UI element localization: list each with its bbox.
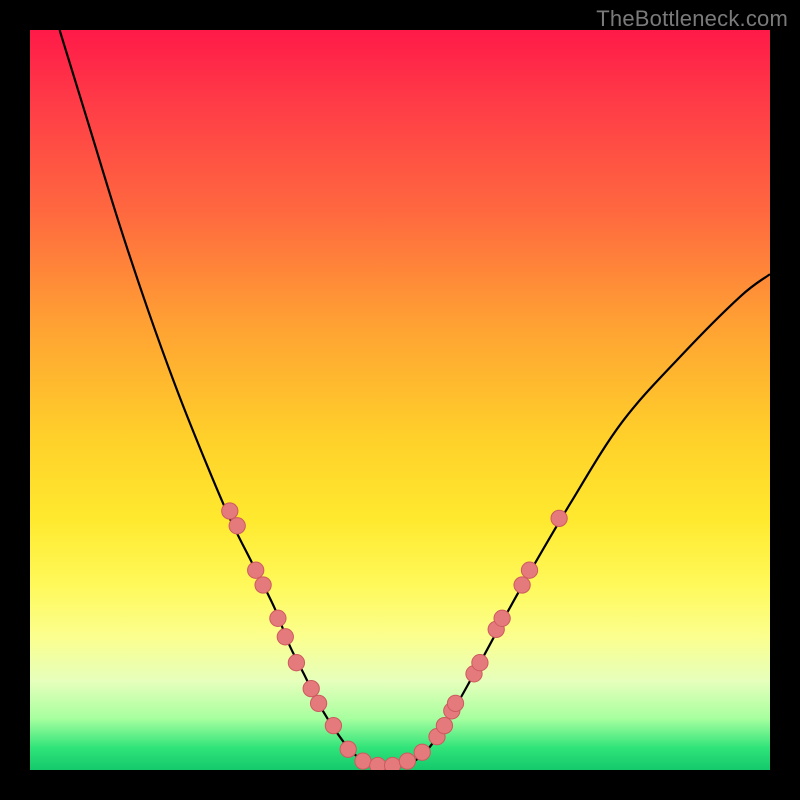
- data-marker: [472, 655, 488, 671]
- data-marker: [384, 757, 400, 770]
- data-marker: [355, 753, 371, 769]
- data-marker: [514, 577, 530, 593]
- data-marker: [414, 744, 430, 760]
- data-marker: [270, 610, 286, 626]
- data-marker: [447, 695, 463, 711]
- data-marker: [436, 717, 452, 733]
- data-marker: [222, 503, 238, 519]
- watermark-text: TheBottleneck.com: [596, 6, 788, 32]
- bottleneck-curve: [60, 30, 770, 768]
- data-marker: [551, 510, 567, 526]
- data-marker: [370, 757, 386, 770]
- data-marker: [521, 562, 537, 578]
- plot-area: [30, 30, 770, 770]
- data-marker: [277, 629, 293, 645]
- data-marker: [310, 695, 326, 711]
- data-marker: [255, 577, 271, 593]
- data-marker: [248, 562, 264, 578]
- data-marker: [340, 741, 356, 757]
- data-marker: [288, 655, 304, 671]
- chart-frame: TheBottleneck.com: [0, 0, 800, 800]
- data-marker: [399, 753, 415, 769]
- data-marker: [229, 518, 245, 534]
- data-marker: [303, 680, 319, 696]
- data-marker: [325, 717, 341, 733]
- data-marker: [494, 610, 510, 626]
- chart-svg: [30, 30, 770, 770]
